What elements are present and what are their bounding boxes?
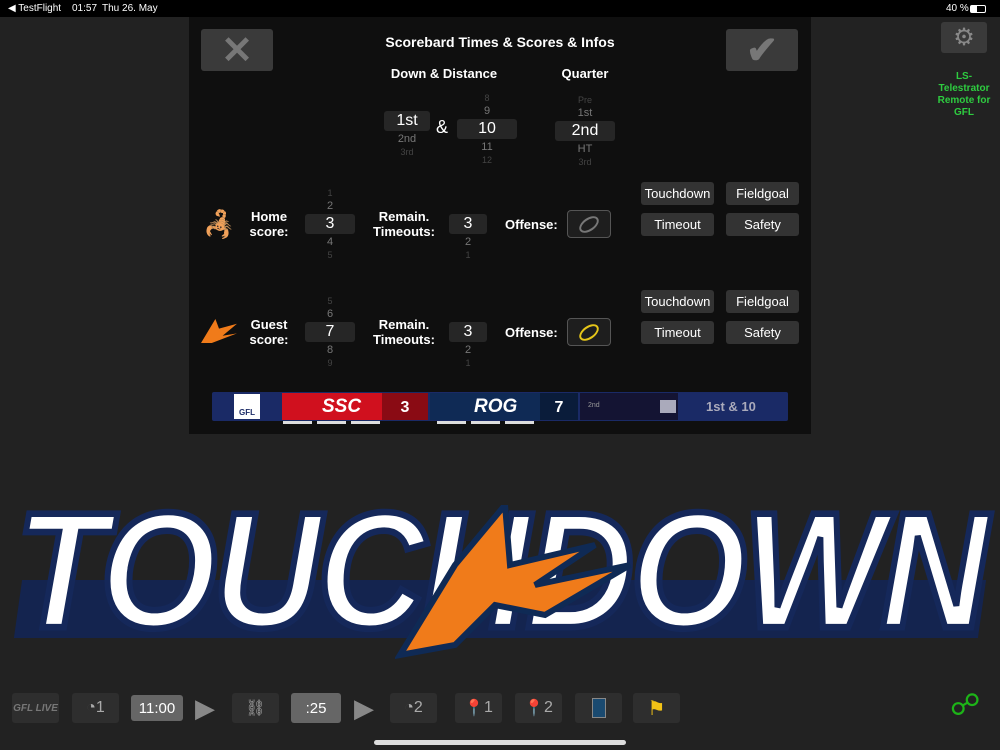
home-score-label: Home score: (249, 209, 289, 239)
check-icon: ✔ (746, 29, 778, 72)
gear-icon: ⚙ (953, 24, 975, 51)
guest-timeout-button[interactable]: Timeout (641, 321, 714, 344)
clock-box (660, 400, 676, 413)
link-icon: ⛓ (245, 700, 266, 717)
distance-picker[interactable]: 89 10 11 12 (457, 93, 517, 165)
rogue-logo-icon (395, 505, 632, 659)
guest-abbr: ROG (474, 396, 518, 417)
game-clock[interactable]: 11:00 (131, 695, 183, 721)
link-button[interactable]: ⛓ (232, 693, 279, 723)
marker-2-button[interactable]: 📍 2 (515, 693, 562, 723)
home-score: 3 (382, 393, 428, 420)
cancel-button[interactable]: ✕ (201, 29, 273, 72)
status-bar: ◀ TestFlight 01:57 Thu 26. May 40 % (0, 0, 1000, 17)
timer-icon: ◔ (86, 699, 96, 716)
timeout-1-button[interactable]: ◔ 1 (72, 693, 119, 723)
confirm-button[interactable]: ✔ (726, 29, 798, 72)
home-timeouts-label: Remain. Timeouts: (373, 209, 435, 239)
pin-icon: 📍 (464, 700, 484, 717)
home-timeouts-picker[interactable]: 321 (449, 198, 487, 260)
flag-button[interactable]: ⚑ (633, 693, 680, 723)
status-time: 01:57 (72, 3, 98, 14)
home-touchdown-button[interactable]: Touchdown (641, 182, 714, 205)
home-score-picker[interactable]: 12345 (305, 188, 355, 260)
quarter-label: Quarter (561, 66, 609, 81)
guest-safety-button[interactable]: Safety (726, 321, 799, 344)
home-fieldgoal-button[interactable]: Fieldgoal (726, 182, 799, 205)
down-distance-label: Down & Distance (390, 66, 498, 81)
home-timeout-button[interactable]: Timeout (641, 213, 714, 236)
app-name: LS-Telestrator Remote for GFL (937, 71, 991, 118)
down-picker[interactable]: 1st 2nd 3rd (384, 95, 430, 157)
guest-team-box: ROG 7 (430, 393, 578, 420)
guest-fieldgoal-button[interactable]: Fieldgoal (726, 290, 799, 313)
battery-icon (970, 5, 986, 13)
play-clock[interactable]: :25 (291, 693, 341, 723)
quarter-picker[interactable]: Pre 1st 2nd HT 3rd (555, 95, 615, 167)
home-abbr: SSC (322, 396, 362, 417)
timeout-2-button[interactable]: ◔ 2 (390, 693, 437, 723)
guest-score: 7 (540, 393, 578, 420)
home-offense-toggle[interactable] (567, 210, 611, 238)
guest-timeouts-label: Remain. Timeouts: (373, 317, 435, 347)
back-to-testflight[interactable]: ◀ TestFlight (8, 3, 61, 14)
home-timeout-bars (283, 421, 380, 424)
ampersand: & (436, 117, 449, 137)
home-offense-label: Offense: (505, 217, 558, 232)
football-icon (576, 212, 602, 236)
marker-1-button[interactable]: 📍 1 (455, 693, 502, 723)
home-indicator (374, 740, 626, 745)
scoreboard-dialog: ✕ ✔ Scorebard Times & Scores & Infos Dow… (189, 17, 811, 434)
penalty-flag-icon: ⚑ (647, 697, 666, 720)
pin-icon: 📍 (524, 700, 544, 717)
rogue-small-logo-icon (201, 319, 237, 343)
settings-button[interactable]: ⚙ (941, 22, 987, 53)
battery-text: 40 % (946, 3, 969, 14)
scoreboard-preview: GFL SSC 3 ROG 7 2nd 1st & 10 (212, 392, 788, 421)
guest-timeouts-picker[interactable]: 321 (449, 306, 487, 368)
guest-offense-label: Offense: (505, 325, 558, 340)
guest-touchdown-button[interactable]: Touchdown (641, 290, 714, 313)
dialog-title: Scorebard Times & Scores & Infos (385, 34, 615, 50)
timer-icon: ◔ (404, 699, 414, 716)
guest-timeout-bars (437, 421, 534, 424)
home-safety-button[interactable]: Safety (726, 213, 799, 236)
guest-offense-toggle[interactable] (567, 318, 611, 346)
home-team-box: SSC 3 (282, 393, 428, 420)
down-distance: 1st & 10 (706, 399, 756, 414)
guest-score-label: Guest score: (249, 317, 289, 347)
orange-pin-box-icon (591, 698, 606, 718)
scorpion-logo-icon: 🦂 (203, 209, 236, 239)
football-icon (576, 320, 602, 344)
gfl-live-button[interactable]: GFL LIVE (12, 693, 59, 723)
marker-box-button[interactable] (575, 693, 622, 723)
play-clock-start-icon[interactable]: ▶ (195, 693, 215, 724)
gfl-logo: GFL (234, 394, 260, 419)
status-date: Thu 26. May (102, 3, 158, 14)
x-icon: ✕ (221, 29, 253, 72)
guest-score-picker[interactable]: 56789 (305, 296, 355, 368)
connection-icon[interactable]: ☍ (950, 688, 980, 723)
quarter-box: 2nd (580, 393, 678, 420)
play-playclock-icon[interactable]: ▶ (354, 693, 374, 724)
